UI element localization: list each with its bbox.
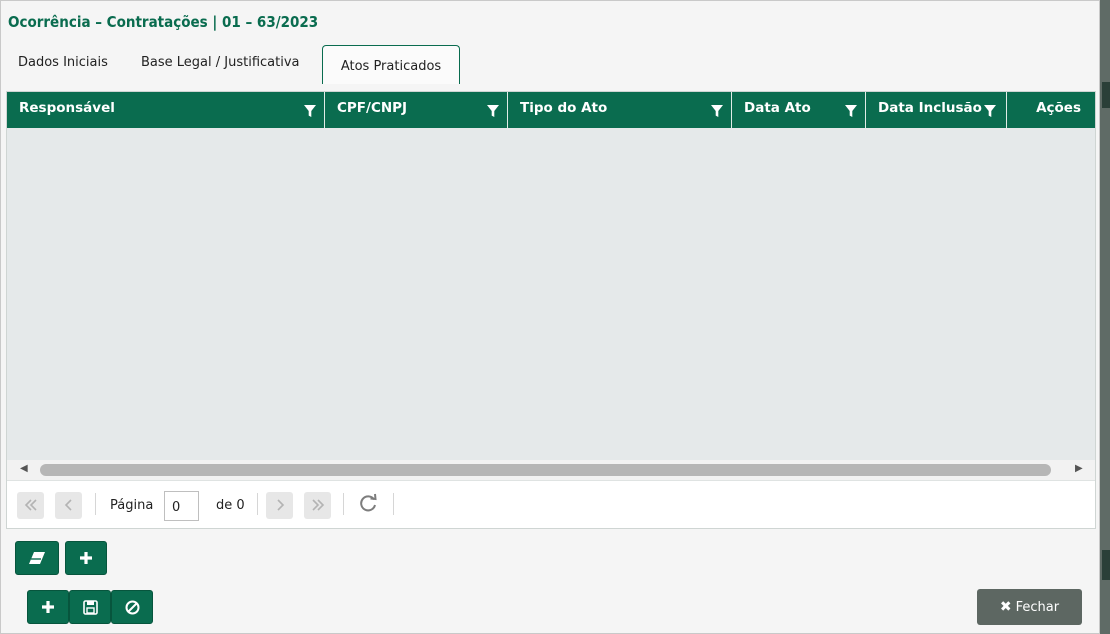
scroll-right-arrow-icon[interactable]: ▶ — [1075, 463, 1083, 474]
column-header-data-inclusao[interactable]: Data Inclusão — [866, 92, 1007, 128]
column-header-tipo-do-ato[interactable]: Tipo do Ato — [508, 92, 732, 128]
grid-body-empty — [7, 128, 1095, 460]
scrollbar-thumb[interactable] — [40, 464, 1051, 476]
pager-separator — [393, 493, 394, 515]
pager-separator — [95, 493, 96, 515]
tab-base-legal-justificativa[interactable]: Base Legal / Justificativa — [141, 45, 300, 83]
tab-atos-praticados[interactable]: Atos Praticados — [322, 45, 460, 84]
background-element — [1102, 82, 1110, 108]
column-label: Data Inclusão — [878, 100, 982, 116]
next-page-button[interactable] — [266, 492, 293, 519]
save-button[interactable] — [69, 590, 111, 624]
last-page-button[interactable] — [304, 492, 331, 519]
times-icon: ✖ — [999, 599, 1012, 615]
close-button-label: Fechar — [1015, 600, 1060, 615]
page-total-label: de 0 — [216, 498, 245, 513]
cancel-button[interactable] — [111, 590, 153, 624]
floppy-disk-icon — [82, 600, 98, 615]
chevron-right-icon — [276, 499, 284, 511]
pager-separator — [257, 493, 258, 515]
column-header-acoes: Ações — [1007, 92, 1095, 128]
double-chevron-left-icon — [24, 499, 37, 511]
scroll-left-arrow-icon[interactable]: ◀ — [20, 463, 28, 474]
atos-grid: Responsável CPF/CNPJ Tipo do Ato Data At… — [6, 91, 1096, 529]
pagination-bar: Página 0 de 0 — [7, 480, 1095, 528]
page-label: Página — [110, 498, 154, 513]
column-label: Responsável — [19, 100, 115, 116]
filter-icon[interactable] — [983, 104, 997, 118]
plus-icon — [80, 552, 92, 564]
filter-icon[interactable] — [303, 104, 317, 118]
tab-bar: Dados Iniciais Base Legal / Justificativ… — [7, 45, 1099, 84]
plus-icon — [42, 601, 54, 613]
grid-header: Responsável CPF/CNPJ Tipo do Ato Data At… — [7, 92, 1095, 128]
previous-page-button[interactable] — [55, 492, 82, 519]
refresh-button[interactable] — [357, 493, 381, 517]
column-label: Ações — [1036, 100, 1081, 116]
column-label: Data Ato — [744, 100, 811, 116]
occurrence-dialog: Ocorrência – Contratações | 01 – 63/2023… — [0, 0, 1100, 634]
column-header-cpf-cnpj[interactable]: CPF/CNPJ — [325, 92, 508, 128]
column-label: CPF/CNPJ — [337, 100, 408, 116]
add-ato-button[interactable] — [65, 541, 107, 575]
filter-icon[interactable] — [844, 104, 858, 118]
chevron-left-icon — [64, 499, 72, 511]
pager-separator — [343, 493, 344, 515]
clear-filters-button[interactable] — [15, 541, 59, 575]
double-chevron-right-icon — [311, 499, 324, 511]
close-button[interactable]: ✖ Fechar — [977, 589, 1082, 625]
eraser-icon — [29, 552, 45, 564]
filter-icon[interactable] — [710, 104, 724, 118]
new-record-button[interactable] — [27, 590, 69, 624]
ban-icon — [125, 600, 139, 615]
dialog-title: Ocorrência – Contratações | 01 – 63/2023 — [8, 13, 319, 31]
first-page-button[interactable] — [17, 492, 44, 519]
tab-dados-iniciais[interactable]: Dados Iniciais — [18, 45, 108, 83]
column-header-data-ato[interactable]: Data Ato — [732, 92, 866, 128]
horizontal-scrollbar[interactable]: ◀ ▶ — [7, 460, 1095, 480]
background-element — [1102, 550, 1110, 580]
column-label: Tipo do Ato — [520, 100, 608, 116]
filter-icon[interactable] — [486, 104, 500, 118]
column-header-responsavel[interactable]: Responsável — [7, 92, 325, 128]
refresh-icon — [360, 493, 377, 512]
page-number-input[interactable]: 0 — [164, 491, 199, 521]
